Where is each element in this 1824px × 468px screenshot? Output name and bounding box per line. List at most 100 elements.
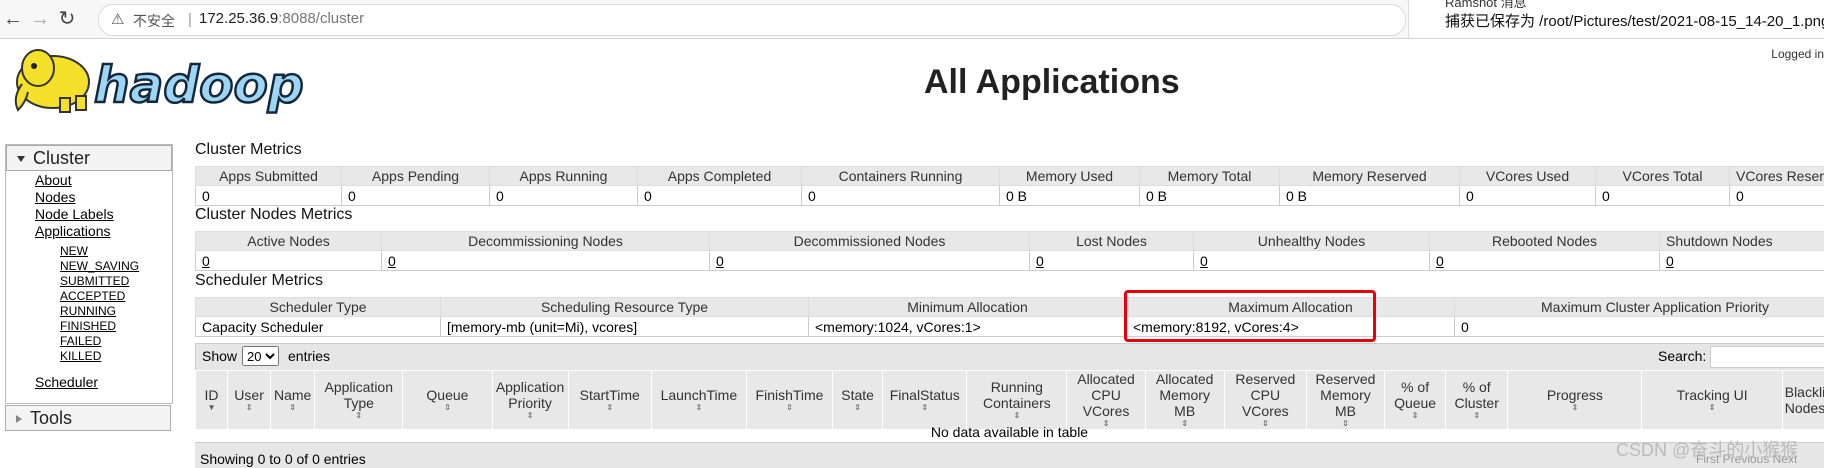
- sidebar-link-applications[interactable]: Applications: [35, 223, 111, 239]
- column-header-label: State: [841, 387, 874, 403]
- column-header-label: Name: [274, 387, 311, 403]
- scheduler-metric-header: Maximum Cluster Application Priority: [1455, 298, 1824, 317]
- cluster-metrics-table: Apps Submitted Apps Pending Apps Running…: [195, 166, 1824, 206]
- back-arrow-icon[interactable]: ←: [2, 8, 24, 30]
- sort-icon: ⇕: [749, 403, 830, 413]
- sort-icon: ⇕: [1387, 411, 1443, 421]
- cluster-metrics-title: Cluster Metrics: [195, 141, 302, 159]
- nodes-metric-header: Decommissioned Nodes: [710, 232, 1030, 251]
- sort-icon: ⇕: [654, 403, 744, 413]
- column-header-label: Blacklisted Nodes: [1785, 384, 1824, 416]
- nodes-metric-link[interactable]: 0: [1660, 251, 1824, 271]
- expand-triangle-icon: [16, 415, 22, 423]
- column-header-user[interactable]: User⇕: [228, 371, 271, 430]
- logged-in-label: Logged in: [1771, 47, 1824, 61]
- cluster-metrics-value-row: 0 0 0 0 0 0 B 0 B 0 B 0 0 0: [196, 186, 1824, 206]
- toast-message: 捕获已保存为 /root/Pictures/test/2021-08-15_14…: [1445, 10, 1824, 31]
- sort-icon: ⇕: [571, 403, 649, 413]
- column-header-label: Reserved CPU VCores: [1235, 371, 1295, 419]
- column-header-launch-time[interactable]: LaunchTime⇕: [651, 371, 746, 430]
- nodes-metric-link[interactable]: 0: [196, 251, 382, 271]
- sidebar-state-new[interactable]: NEW: [60, 244, 88, 258]
- sidebar-link-scheduler[interactable]: Scheduler: [35, 374, 98, 390]
- empty-table-message: No data available in table: [195, 424, 1824, 441]
- column-header-label: User: [234, 387, 264, 403]
- address-bar[interactable]: ⚠ 不安全 | 172.25.36.9:8088/cluster: [98, 4, 1406, 36]
- metric-value: 0: [342, 186, 490, 206]
- column-header-blacklisted-nodes[interactable]: Blacklisted Nodes: [1782, 371, 1824, 430]
- sidebar-state-submitted[interactable]: SUBMITTED: [60, 274, 129, 288]
- column-header-application-priority[interactable]: Application Priority⇕: [492, 371, 568, 430]
- sidebar-state-killed[interactable]: KILLED: [60, 349, 101, 363]
- nodes-metric-link[interactable]: 0: [382, 251, 710, 271]
- page-size-select[interactable]: 20: [242, 346, 279, 366]
- collapse-triangle-icon: [17, 156, 25, 162]
- metric-header: Apps Completed: [638, 167, 802, 186]
- column-header-label: Allocated Memory MB: [1156, 371, 1214, 419]
- column-header-percent-queue[interactable]: % of Queue⇕: [1385, 371, 1446, 430]
- column-header-label: Reserved Memory MB: [1316, 371, 1376, 419]
- column-header-tracking-ui[interactable]: Tracking UI⇕: [1642, 371, 1782, 430]
- column-header-application-type[interactable]: Application Type⇕: [315, 371, 403, 430]
- column-header-reserved-cpu[interactable]: Reserved CPU VCores⇕: [1224, 371, 1306, 430]
- sort-icon: ⇕: [835, 403, 880, 413]
- logo-wordmark: hadoop: [94, 56, 304, 114]
- sort-icon: ⇕: [495, 411, 566, 421]
- column-header-final-status[interactable]: FinalStatus⇕: [883, 371, 967, 430]
- column-header-label: ID: [205, 387, 219, 403]
- column-header-reserved-memory[interactable]: Reserved Memory MB⇕: [1306, 371, 1384, 430]
- column-header-label: StartTime: [580, 387, 640, 403]
- column-header-queue[interactable]: Queue⇕: [403, 371, 492, 430]
- search-label: Search:: [1658, 348, 1706, 364]
- sort-desc-icon: ▼: [198, 403, 225, 413]
- hadoop-logo[interactable]: hadoop: [8, 46, 308, 120]
- nodes-metric-link[interactable]: 0: [1430, 251, 1660, 271]
- url-host: 172.25.36.9: [199, 10, 278, 27]
- column-header-allocated-cpu[interactable]: Allocated CPU VCores⇕: [1067, 371, 1145, 430]
- column-header-percent-cluster[interactable]: % of Cluster⇕: [1446, 371, 1508, 430]
- table-info-bar: Showing 0 to 0 of 0 entries: [195, 442, 1824, 468]
- cluster-nodes-metrics-table: Active Nodes Decommissioning Nodes Decom…: [195, 231, 1824, 271]
- column-header-start-time[interactable]: StartTime⇕: [568, 371, 651, 430]
- column-header-label: % of Queue: [1394, 379, 1436, 411]
- metric-header: VCores Used: [1460, 167, 1596, 186]
- nodes-metric-link[interactable]: 0: [1030, 251, 1194, 271]
- nodes-metric-link[interactable]: 0: [1194, 251, 1430, 271]
- column-header-id[interactable]: ID▼: [196, 371, 228, 430]
- column-header-label: FinalStatus: [890, 387, 960, 403]
- sidebar-state-accepted[interactable]: ACCEPTED: [60, 289, 125, 303]
- cluster-metrics-header-row: Apps Submitted Apps Pending Apps Running…: [196, 167, 1824, 186]
- sidebar-link-about[interactable]: About: [35, 172, 72, 188]
- hadoop-logo-graphic: hadoop: [8, 46, 308, 116]
- reload-icon[interactable]: ↻: [56, 8, 78, 30]
- sidebar-tools-header[interactable]: Tools: [5, 405, 171, 431]
- sidebar-state-failed[interactable]: FAILED: [60, 334, 101, 348]
- column-header-finish-time[interactable]: FinishTime⇕: [746, 371, 832, 430]
- sidebar-link-node-labels[interactable]: Node Labels: [35, 206, 114, 222]
- nodes-metric-header: Lost Nodes: [1030, 232, 1194, 251]
- url-text: 172.25.36.9:8088/cluster: [199, 10, 364, 27]
- metric-value: 0: [638, 186, 802, 206]
- forward-arrow-icon[interactable]: →: [29, 8, 51, 30]
- search-input[interactable]: [1710, 346, 1824, 368]
- nodes-metric-link[interactable]: 0: [710, 251, 1030, 271]
- column-header-label: Queue: [426, 387, 468, 403]
- nodes-metric-header: Decommissioning Nodes: [382, 232, 710, 251]
- table-info-text: Showing 0 to 0 of 0 entries: [200, 451, 366, 467]
- sidebar-state-new-saving[interactable]: NEW_SAVING: [60, 259, 139, 273]
- column-header-state[interactable]: State⇕: [833, 371, 883, 430]
- nodes-metrics-value-row: 0 0 0 0 0 0 0: [196, 251, 1824, 271]
- metric-value: 0: [802, 186, 1000, 206]
- sidebar-link-nodes[interactable]: Nodes: [35, 189, 75, 205]
- sort-icon: ⇕: [317, 411, 400, 421]
- sidebar-state-finished[interactable]: FINISHED: [60, 319, 116, 333]
- column-header-progress[interactable]: Progress⇕: [1508, 371, 1642, 430]
- warning-icon: ⚠: [111, 10, 124, 28]
- watermark-text: CSDN @奋斗的小猴猴: [1616, 436, 1798, 462]
- sidebar-state-running[interactable]: RUNNING: [60, 304, 116, 318]
- column-header-running-containers[interactable]: Running Containers⇕: [967, 371, 1067, 430]
- sidebar-cluster-header[interactable]: Cluster: [6, 145, 172, 171]
- column-header-name[interactable]: Name⇕: [271, 371, 315, 430]
- column-header-allocated-memory[interactable]: Allocated Memory MB⇕: [1145, 371, 1224, 430]
- applications-table: ID▼ User⇕ Name⇕ Application Type⇕ Queue⇕…: [195, 370, 1824, 430]
